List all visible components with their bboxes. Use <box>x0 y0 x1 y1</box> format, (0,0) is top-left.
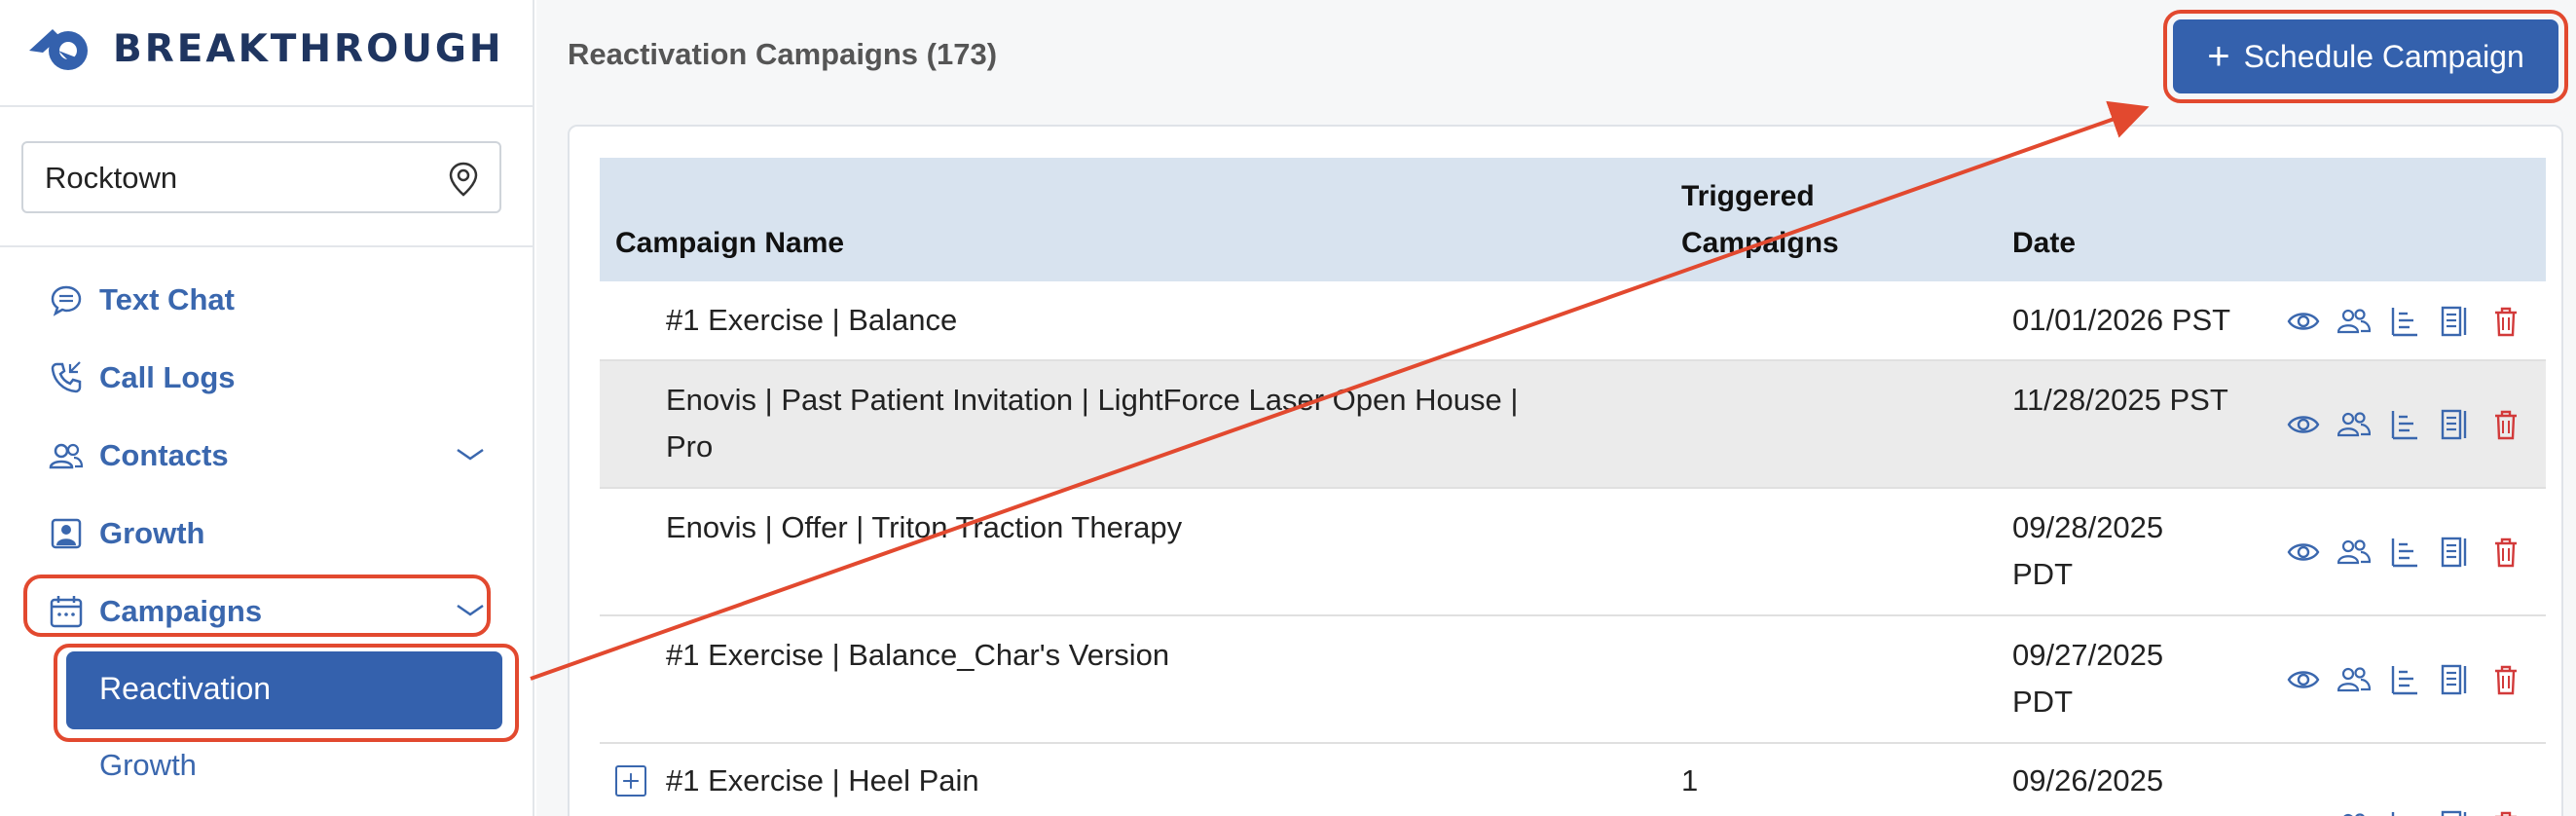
plus-icon: + <box>2207 35 2230 78</box>
row-actions <box>2278 302 2531 341</box>
schedule-campaign-label: Schedule Campaign <box>2243 38 2524 74</box>
eye-icon[interactable] <box>2278 533 2329 572</box>
table-row[interactable]: Enovis | Offer | Triton Traction Therapy… <box>600 489 2546 616</box>
report-icon[interactable] <box>2430 806 2481 816</box>
location-value: Rocktown <box>45 161 178 195</box>
campaign-name[interactable]: #1 Exercise | Balance <box>666 297 957 344</box>
sidebar-item-growth[interactable]: Growth <box>49 506 487 561</box>
brand-name: BREAKTHROUGH <box>113 27 504 71</box>
sidebar-subitem-reactivation[interactable]: Reactivation <box>66 651 502 729</box>
table-header: Campaign Name Triggered Campaigns Date <box>600 158 2546 281</box>
sidebar: BREAKTHROUGH Rocktown Text Chat Call Log… <box>0 0 534 816</box>
campaign-name[interactable]: #1 Exercise | Balance_Char's Version <box>666 632 1169 679</box>
page-title: Reactivation Campaigns (173) <box>568 37 998 71</box>
tree-list-icon[interactable] <box>2379 405 2430 444</box>
contacts-icon <box>49 443 84 469</box>
tree-list-icon[interactable] <box>2379 806 2430 816</box>
triggered-count: 1 <box>1681 763 1699 797</box>
sidebar-item-text-chat[interactable]: Text Chat <box>49 273 487 327</box>
campaign-name-line1[interactable]: Enovis | Past Patient Invitation | Light… <box>666 377 1518 424</box>
calendar-icon <box>50 596 83 628</box>
row-actions <box>2278 660 2531 699</box>
eye-icon[interactable] <box>2278 302 2329 341</box>
trash-icon[interactable] <box>2481 660 2531 699</box>
eye-icon[interactable] <box>2278 806 2329 816</box>
breakthrough-logo-icon[interactable] <box>25 21 97 74</box>
tree-list-icon[interactable] <box>2379 533 2430 572</box>
sidebar-item-label: Text Chat <box>99 282 235 316</box>
users-icon[interactable] <box>2329 806 2379 816</box>
sidebar-item-label: Call Logs <box>99 360 236 394</box>
campaign-name-line2[interactable]: Pro <box>666 424 713 470</box>
col-header-campaign-name[interactable]: Campaign Name <box>615 220 844 267</box>
campaign-date-line2: PDT <box>2012 685 2073 719</box>
growth-icon <box>51 518 82 549</box>
campaign-date-line2: PDT <box>2012 557 2073 591</box>
table-row[interactable]: #1 Exercise | Balance_Char's Version 09/… <box>600 616 2546 744</box>
col-header-triggered-line2[interactable]: Campaigns <box>1681 220 1839 267</box>
expand-row-icon[interactable] <box>615 765 646 797</box>
report-icon[interactable] <box>2430 660 2481 699</box>
tree-list-icon[interactable] <box>2379 660 2430 699</box>
map-pin-icon <box>449 162 478 197</box>
tree-list-icon[interactable] <box>2379 302 2430 341</box>
trash-icon[interactable] <box>2481 806 2531 816</box>
sidebar-item-contacts[interactable]: Contacts <box>49 428 487 483</box>
campaign-date: 11/28/2025 PST <box>2012 383 2228 417</box>
sidebar-item-campaigns[interactable]: Campaigns <box>49 584 487 639</box>
row-actions <box>2278 806 2531 816</box>
table-row[interactable]: Enovis | Past Patient Invitation | Light… <box>600 361 2546 489</box>
col-header-triggered-line1[interactable]: Triggered <box>1681 173 1815 220</box>
users-icon[interactable] <box>2329 533 2379 572</box>
campaign-name[interactable]: #1 Exercise | Heel Pain <box>666 758 979 804</box>
campaign-date-line1: 09/28/2025 <box>2012 510 2164 544</box>
trash-icon[interactable] <box>2481 405 2531 444</box>
users-icon[interactable] <box>2329 302 2379 341</box>
campaign-name[interactable]: Enovis | Offer | Triton Traction Therapy <box>666 504 1182 551</box>
report-icon[interactable] <box>2430 405 2481 444</box>
eye-icon[interactable] <box>2278 405 2329 444</box>
brand-header: BREAKTHROUGH <box>0 0 533 107</box>
campaign-date-line1: 09/27/2025 <box>2012 638 2164 672</box>
report-icon[interactable] <box>2430 533 2481 572</box>
trash-icon[interactable] <box>2481 533 2531 572</box>
schedule-campaign-button[interactable]: + Schedule Campaign <box>2173 19 2558 93</box>
sidebar-subitem-label: Reactivation <box>99 671 272 706</box>
phone-icon <box>51 361 82 393</box>
sidebar-item-label: Campaigns <box>99 594 263 628</box>
row-actions <box>2278 405 2531 444</box>
trash-icon[interactable] <box>2481 302 2531 341</box>
table-row[interactable]: #1 Exercise | Heel Pain 1 09/26/2025 <box>600 744 2546 816</box>
sidebar-subitem-growth[interactable]: Growth <box>99 748 197 783</box>
chat-icon <box>51 285 82 316</box>
col-header-date[interactable]: Date <box>2012 220 2076 267</box>
sidebar-item-call-logs[interactable]: Call Logs <box>49 351 487 405</box>
users-icon[interactable] <box>2329 405 2379 444</box>
chevron-down-icon[interactable] <box>454 598 487 621</box>
chevron-down-icon[interactable] <box>454 442 487 465</box>
users-icon[interactable] <box>2329 660 2379 699</box>
campaign-date-line1: 09/26/2025 <box>2012 763 2164 797</box>
sidebar-divider <box>0 245 533 247</box>
location-selector[interactable]: Rocktown <box>21 141 501 213</box>
report-icon[interactable] <box>2430 302 2481 341</box>
eye-icon[interactable] <box>2278 660 2329 699</box>
campaign-date: 01/01/2026 PST <box>2012 303 2231 337</box>
sidebar-item-label: Growth <box>99 516 205 550</box>
sidebar-item-label: Contacts <box>99 438 229 472</box>
table-row[interactable]: #1 Exercise | Balance 01/01/2026 PST <box>600 281 2546 361</box>
row-actions <box>2278 533 2531 572</box>
